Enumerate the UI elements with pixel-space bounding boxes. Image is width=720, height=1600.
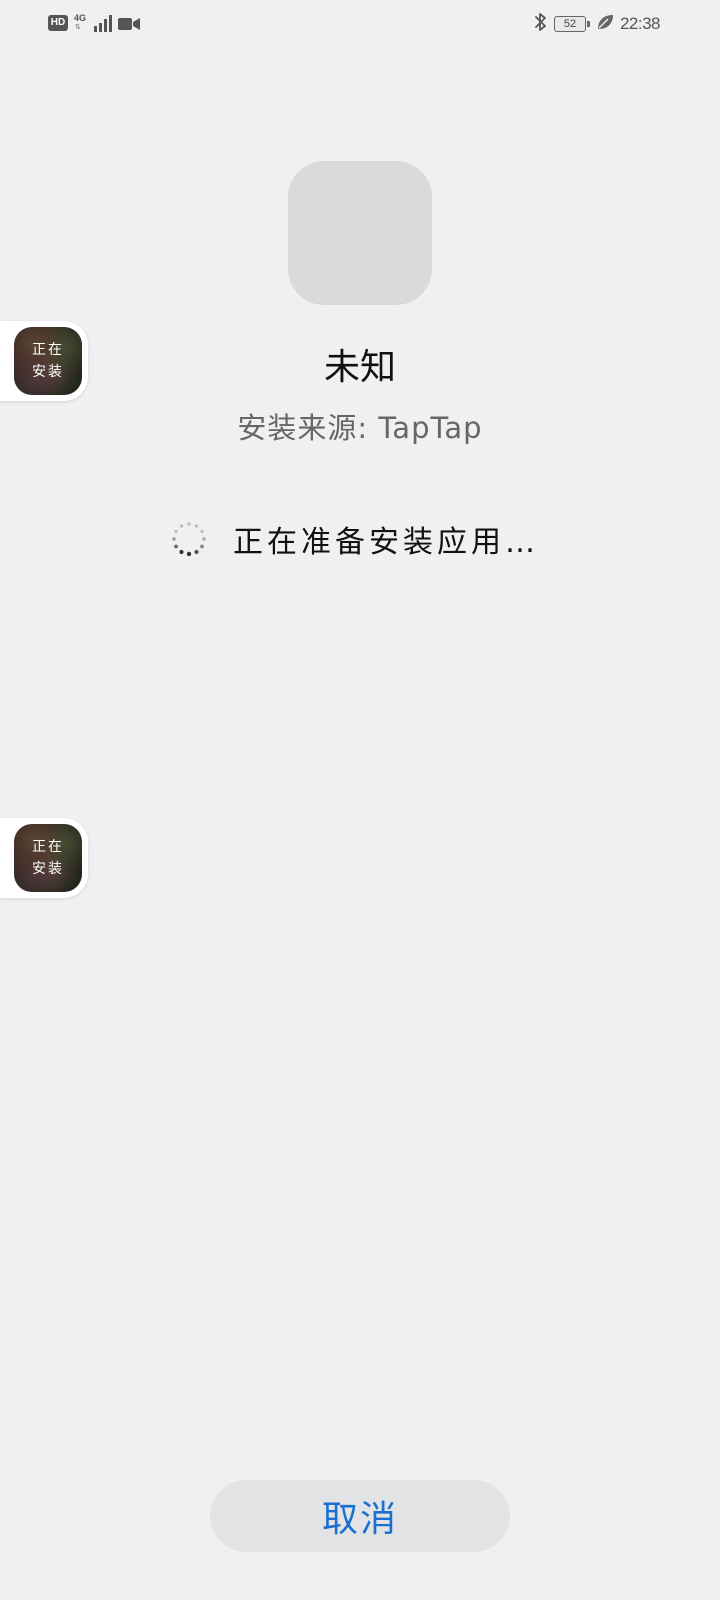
cancel-button[interactable]: 取消 (210, 1480, 510, 1552)
battery-level: 52 (563, 18, 577, 30)
status-bar: HD 4G ⇅ 52 22:38 (0, 0, 720, 50)
bubble-label-line1: 正在 (32, 342, 64, 358)
network-type-label: 4G (74, 13, 87, 23)
bluetooth-icon (534, 12, 548, 36)
preparing-status: 正在准备安装应用… (0, 517, 720, 561)
bubble-label-line2: 安装 (32, 364, 64, 380)
network-type-icon: 4G ⇅ (74, 14, 88, 32)
status-left: HD 4G ⇅ (48, 14, 140, 32)
signal-strength-icon (94, 14, 112, 32)
bubble-label: 正在 安装 (14, 824, 82, 892)
status-right: 52 22:38 (534, 12, 661, 36)
bubble-label-line1: 正在 (32, 839, 64, 855)
hd-icon: HD (48, 15, 68, 31)
bubble-label-line2: 安装 (32, 861, 64, 877)
leaf-icon (596, 13, 614, 35)
battery-icon: 52 (553, 15, 590, 33)
app-name: 未知 (323, 347, 396, 388)
data-arrows-icon: ⇅ (75, 23, 81, 31)
app-icon-placeholder (288, 161, 432, 305)
floating-install-bubble[interactable]: 正在 安装 (0, 321, 88, 401)
preparing-text: 正在准备安装应用… (233, 525, 539, 560)
install-source: 安装来源: TapTap (237, 411, 483, 445)
video-camera-icon (118, 16, 140, 30)
loading-spinner-icon (171, 521, 207, 557)
bubble-label: 正在 安装 (14, 327, 82, 395)
clock: 22:38 (619, 14, 661, 33)
floating-install-bubble[interactable]: 正在 安装 (0, 818, 88, 898)
